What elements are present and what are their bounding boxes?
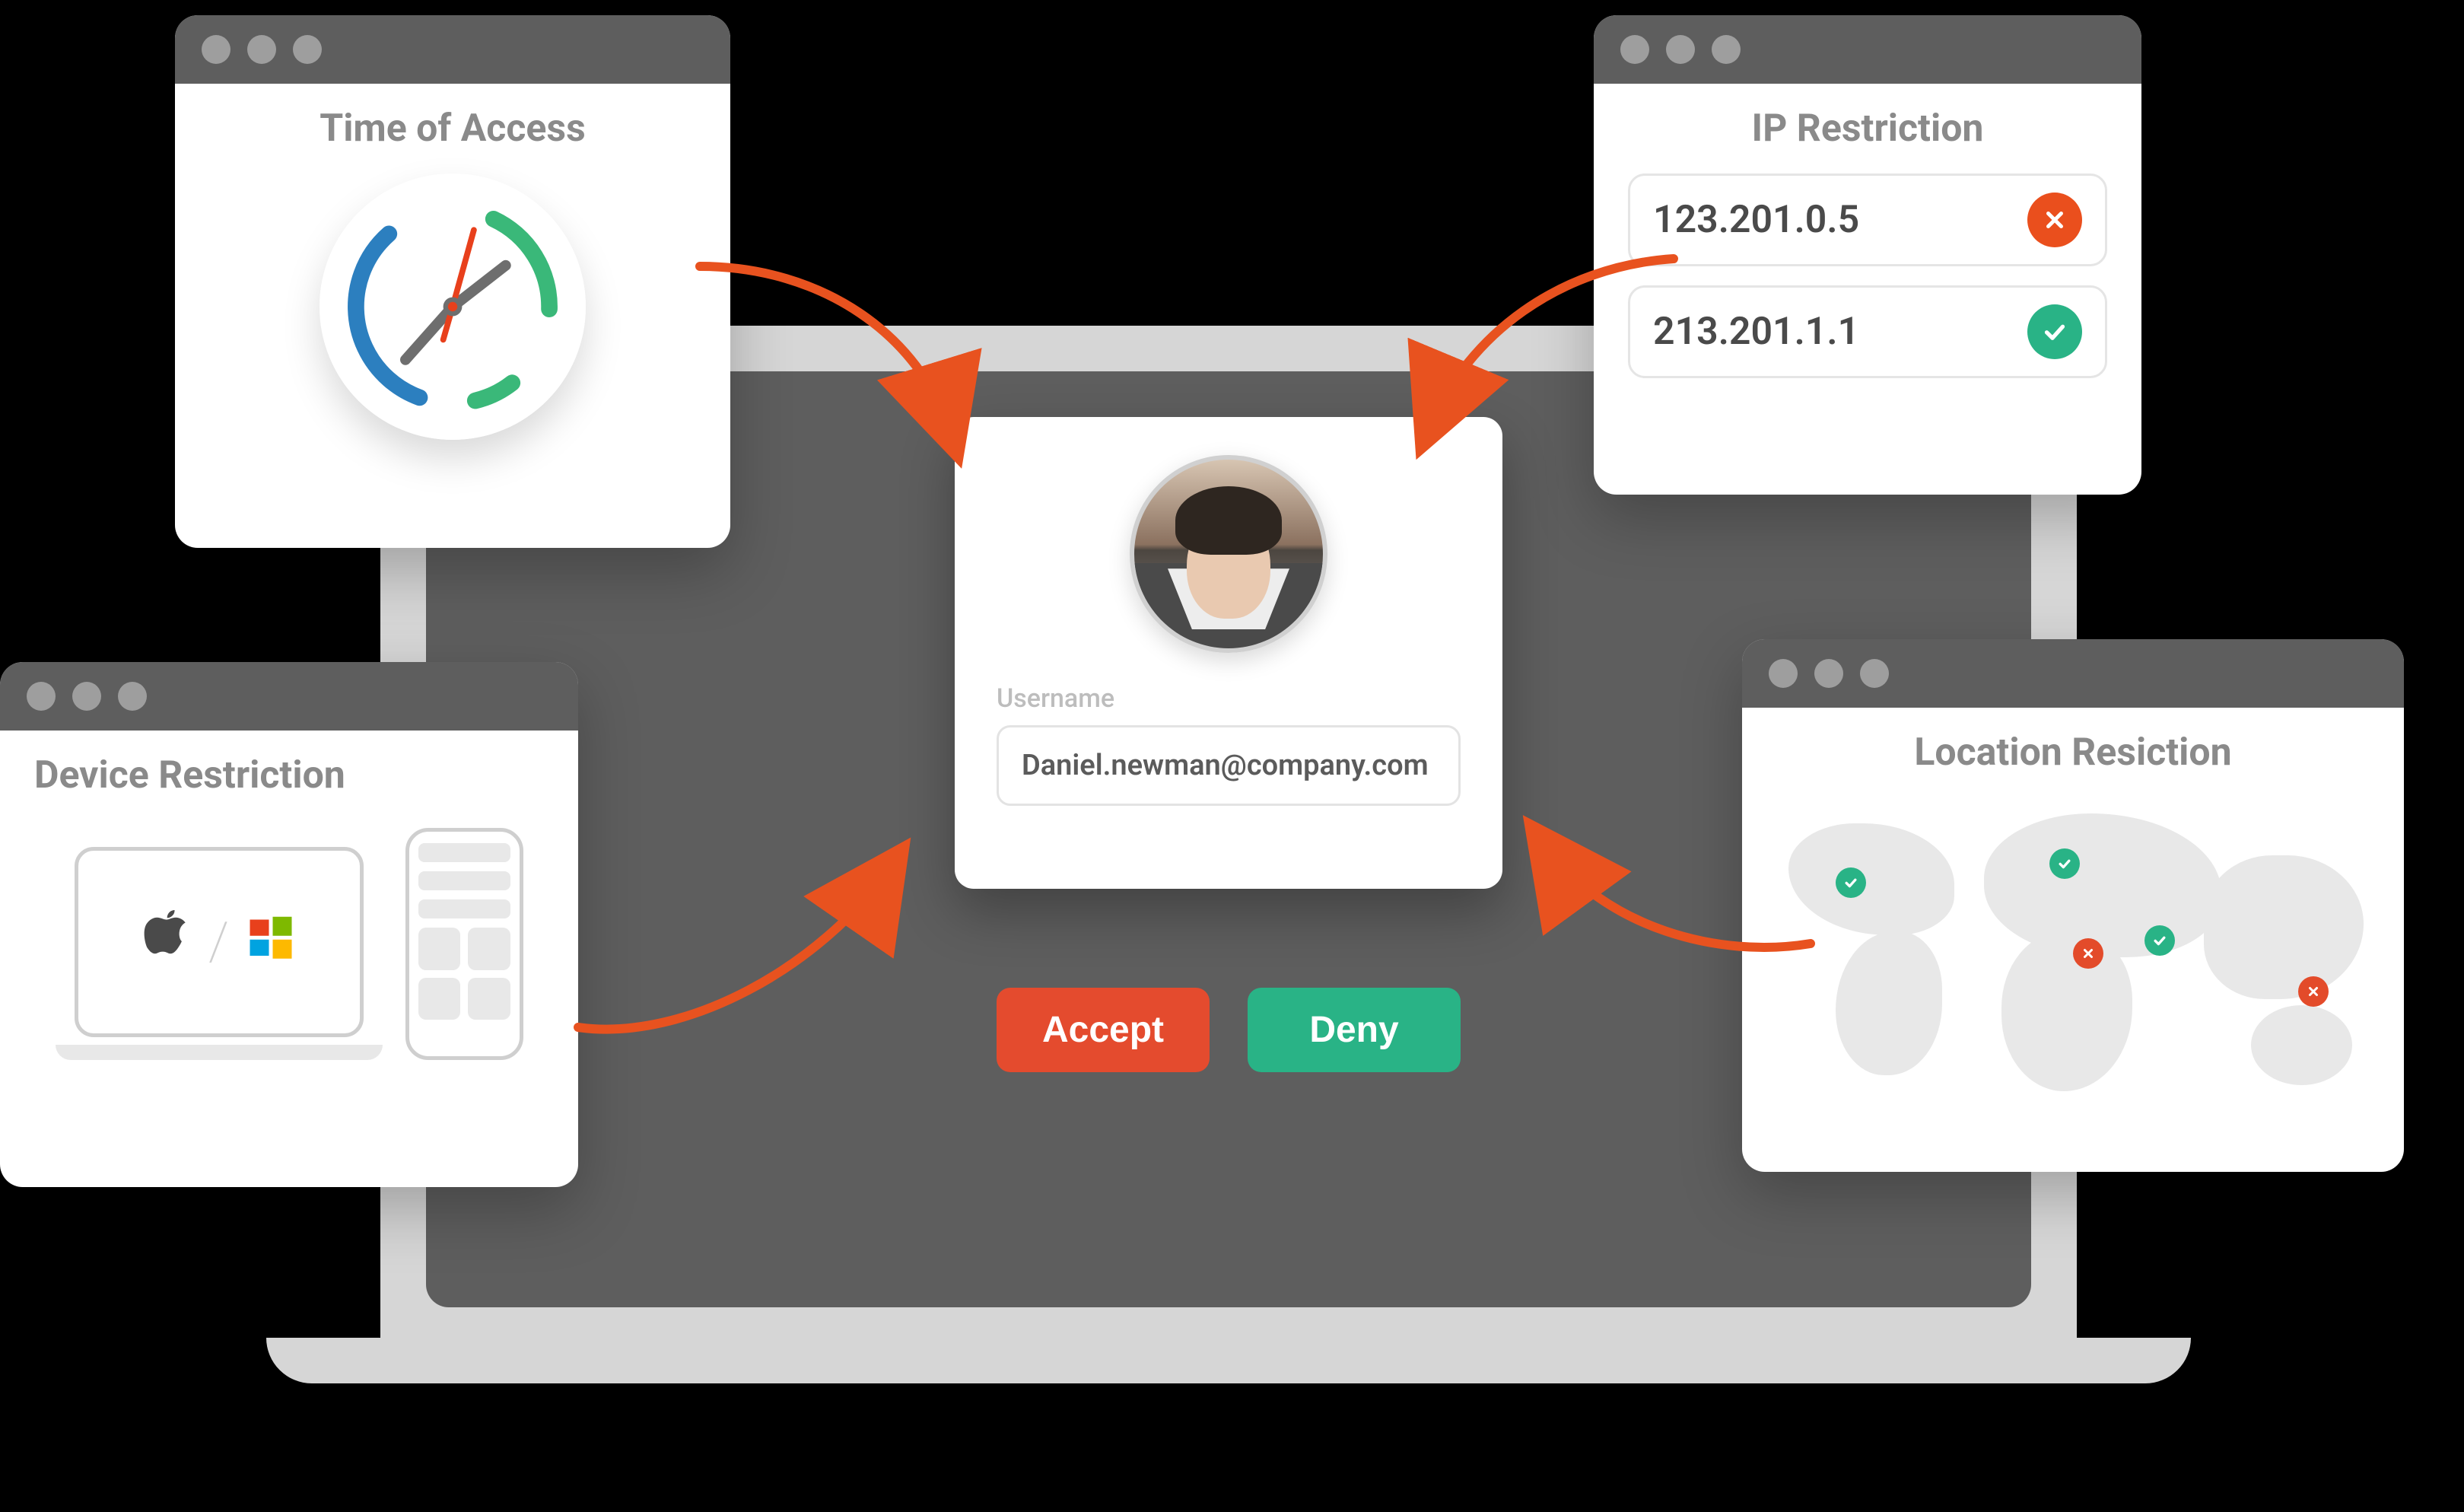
window-titlebar <box>175 15 730 84</box>
traffic-light-dot <box>247 35 276 64</box>
traffic-light-dot <box>1769 659 1798 688</box>
location-restriction-title: Location Resiction <box>1776 731 2370 775</box>
deny-icon[interactable] <box>2027 193 2082 247</box>
window-titlebar <box>1742 639 2404 708</box>
location-pin-deny <box>2073 938 2103 969</box>
traffic-light-dot <box>72 682 101 711</box>
deny-button[interactable]: Deny <box>1248 988 1461 1072</box>
ip-row[interactable]: 213.201.1.1 <box>1628 285 2107 378</box>
traffic-light-dot <box>1814 659 1843 688</box>
window-titlebar <box>0 662 578 731</box>
clock-icon <box>320 173 586 440</box>
ip-row[interactable]: 123.201.0.5 <box>1628 173 2107 266</box>
traffic-light-dot <box>118 682 147 711</box>
world-map <box>1776 797 2370 1117</box>
allow-icon[interactable] <box>2027 304 2082 359</box>
traffic-light-dot <box>202 35 231 64</box>
device-restriction-window: Device Restriction / <box>0 662 578 1187</box>
accept-button[interactable]: Accept <box>997 988 1210 1072</box>
time-of-access-title: Time of Access <box>209 107 696 151</box>
ip-value: 123.201.0.5 <box>1653 198 1859 242</box>
apple-icon <box>144 910 189 975</box>
ip-restriction-window: IP Restriction 123.201.0.5 213.201.1.1 <box>1594 15 2141 495</box>
windows-icon <box>248 914 294 971</box>
traffic-light-dot <box>1666 35 1695 64</box>
location-pin-allow <box>2049 848 2080 879</box>
device-laptop-icon: / <box>56 847 383 1060</box>
traffic-light-dot <box>1620 35 1649 64</box>
username-input[interactable]: Daniel.newman@company.com <box>997 725 1461 806</box>
traffic-light-dot <box>1712 35 1741 64</box>
traffic-light-dot <box>1860 659 1889 688</box>
decision-buttons: Accept Deny <box>997 988 1461 1072</box>
ip-restriction-title: IP Restriction <box>1628 107 2107 151</box>
device-restriction-title: Device Restriction <box>34 753 544 797</box>
location-pin-allow <box>2144 925 2175 956</box>
login-card: Username Daniel.newman@company.com <box>955 417 1502 889</box>
traffic-light-dot <box>293 35 322 64</box>
avatar <box>1130 455 1327 653</box>
location-pin-deny <box>2298 976 2329 1007</box>
device-phone-icon <box>405 828 523 1060</box>
time-of-access-window: Time of Access <box>175 15 730 548</box>
window-titlebar <box>1594 15 2141 84</box>
laptop-base <box>266 1338 2191 1383</box>
username-label: Username <box>997 683 1114 714</box>
ip-value: 213.201.1.1 <box>1653 310 1859 354</box>
location-restriction-window: Location Resiction <box>1742 639 2404 1172</box>
traffic-light-dot <box>27 682 56 711</box>
